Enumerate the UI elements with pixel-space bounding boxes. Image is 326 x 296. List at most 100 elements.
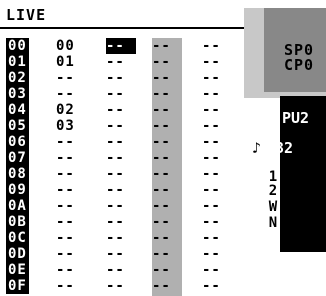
grid-cell[interactable]: -- — [106, 134, 136, 150]
grid-cell[interactable]: -- — [106, 262, 136, 278]
grid-cell-value: -- — [202, 182, 221, 198]
grid-cell[interactable]: -- — [106, 102, 136, 118]
grid-cell[interactable]: -- — [106, 38, 136, 54]
grid-cell[interactable]: -- — [56, 182, 86, 198]
grid-cell-value: -- — [106, 54, 125, 70]
channel-1: 1 — [268, 169, 278, 185]
grid-cell-value: -- — [152, 38, 171, 54]
grid-cell[interactable]: -- — [152, 70, 182, 86]
grid-cell[interactable]: -- — [152, 86, 182, 102]
grid-cell[interactable]: 01 — [56, 54, 86, 70]
grid-cell[interactable]: -- — [106, 198, 136, 214]
pulse-channel-label: PU2 — [282, 109, 310, 127]
grid-cell[interactable]: -- — [106, 278, 136, 294]
grid-cell[interactable]: -- — [202, 134, 232, 150]
row-label-text: 0E — [6, 262, 29, 278]
row-label: 09 — [6, 182, 30, 198]
grid-cell-value: 01 — [56, 54, 75, 70]
title-divider — [0, 27, 244, 29]
grid-cell[interactable]: -- — [152, 38, 182, 54]
row-label: 0B — [6, 214, 30, 230]
row-label-text: 08 — [6, 166, 29, 182]
grid-cell[interactable]: -- — [56, 262, 86, 278]
grid-cell-value: -- — [202, 166, 221, 182]
grid-cell[interactable]: -- — [56, 214, 86, 230]
grid-row: 09 -- -- -- -- — [0, 182, 244, 198]
grid-cell[interactable]: -- — [106, 54, 136, 70]
grid-cell[interactable]: -- — [152, 214, 182, 230]
grid-cell[interactable]: -- — [56, 198, 86, 214]
grid-cell[interactable]: -- — [152, 166, 182, 182]
grid-cell[interactable]: -- — [152, 150, 182, 166]
grid-cell[interactable]: -- — [152, 230, 182, 246]
grid-cell[interactable]: -- — [152, 182, 182, 198]
grid-cell[interactable]: -- — [152, 198, 182, 214]
grid-cell-value: -- — [106, 134, 125, 150]
grid-cell[interactable]: -- — [152, 118, 182, 134]
grid-cell[interactable]: -- — [106, 150, 136, 166]
grid-cell[interactable]: -- — [202, 166, 232, 182]
grid-cell[interactable]: -- — [202, 246, 232, 262]
song-grid[interactable]: 00 00 -- -- -- 01 01 -- -- -- 02 -- -- -- -- 03 -- -- -- --… — [0, 38, 244, 294]
row-label: 0E — [6, 262, 30, 278]
grid-cell[interactable]: -- — [56, 278, 86, 294]
row-label: 08 — [6, 166, 30, 182]
grid-cell[interactable]: -- — [202, 230, 232, 246]
grid-cell-value: -- — [106, 38, 125, 54]
grid-cell[interactable]: -- — [152, 102, 182, 118]
grid-cell-value: -- — [152, 166, 171, 182]
grid-cell-value: -- — [56, 86, 75, 102]
grid-cell[interactable]: -- — [202, 38, 232, 54]
grid-cell[interactable]: -- — [56, 166, 86, 182]
grid-cell[interactable]: 03 — [56, 118, 86, 134]
grid-cell[interactable]: -- — [152, 246, 182, 262]
grid-cell[interactable]: -- — [106, 118, 136, 134]
grid-cell-value: -- — [106, 230, 125, 246]
grid-cell[interactable]: 00 — [56, 38, 86, 54]
grid-cell[interactable]: -- — [202, 150, 232, 166]
grid-cell-value: -- — [152, 246, 171, 262]
grid-cell[interactable]: -- — [56, 134, 86, 150]
grid-cell[interactable]: -- — [202, 278, 232, 294]
grid-cell-value: -- — [56, 262, 75, 278]
grid-cell[interactable]: -- — [152, 54, 182, 70]
grid-cell[interactable]: -- — [202, 102, 232, 118]
grid-cell[interactable]: -- — [152, 134, 182, 150]
grid-cell[interactable]: 02 — [56, 102, 86, 118]
grid-cell[interactable]: -- — [106, 70, 136, 86]
grid-cell[interactable]: -- — [56, 230, 86, 246]
grid-row: 0C -- -- -- -- — [0, 230, 244, 246]
grid-cell-value: -- — [106, 70, 125, 86]
grid-cell-value: -- — [202, 70, 221, 86]
grid-row: 00 00 -- -- -- — [0, 38, 244, 54]
grid-cell-value: -- — [106, 182, 125, 198]
grid-cell-value: -- — [152, 230, 171, 246]
row-label-text: 03 — [6, 86, 29, 102]
grid-cell[interactable]: -- — [202, 70, 232, 86]
grid-cell[interactable]: -- — [152, 278, 182, 294]
grid-cell[interactable]: -- — [56, 70, 86, 86]
grid-cell[interactable]: -- — [202, 118, 232, 134]
grid-cell[interactable]: -- — [106, 230, 136, 246]
grid-cell[interactable]: -- — [202, 214, 232, 230]
grid-cell[interactable]: -- — [202, 182, 232, 198]
grid-cell[interactable]: -- — [152, 262, 182, 278]
grid-cell[interactable]: -- — [56, 246, 86, 262]
grid-cell[interactable]: -- — [202, 262, 232, 278]
grid-cell[interactable]: -- — [56, 150, 86, 166]
grid-cell[interactable]: -- — [202, 54, 232, 70]
row-label: 05 — [6, 118, 30, 134]
row-label: 06 — [6, 134, 30, 150]
grid-cell[interactable]: -- — [106, 182, 136, 198]
grid-cell-value: -- — [152, 182, 171, 198]
grid-cell[interactable]: -- — [56, 86, 86, 102]
grid-cell[interactable]: -- — [106, 246, 136, 262]
grid-cell-value: -- — [56, 70, 75, 86]
row-label-text: 09 — [6, 182, 29, 198]
grid-cell[interactable]: -- — [202, 198, 232, 214]
grid-cell[interactable]: -- — [106, 214, 136, 230]
grid-cell-value: -- — [202, 246, 221, 262]
grid-cell[interactable]: -- — [106, 86, 136, 102]
grid-cell[interactable]: -- — [106, 166, 136, 182]
grid-cell[interactable]: -- — [202, 86, 232, 102]
